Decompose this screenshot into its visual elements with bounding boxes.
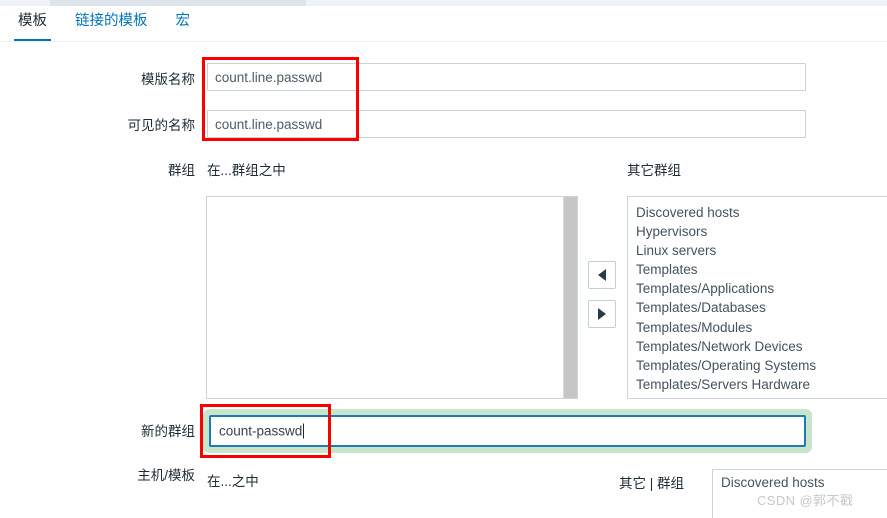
other-groups-listbox[interactable]: Discovered hosts Hypervisors Linux servers… (627, 196, 887, 399)
tab-list: 模板 链接的模板 宏 (0, 8, 204, 42)
triangle-right-icon (598, 308, 606, 320)
template-name-label: 模版名称 (141, 72, 195, 87)
hosts-in-header: 在...之中 (207, 474, 259, 489)
in-groups-listbox[interactable] (206, 196, 578, 399)
list-item[interactable]: Hypervisors (636, 222, 887, 241)
window-top-band-highlight (50, 0, 306, 6)
tab-bar: 模板 链接的模板 宏 (0, 8, 887, 42)
other-groups-items: Discovered hosts Hypervisors Linux servers… (628, 197, 887, 394)
list-item[interactable]: Linux servers (636, 241, 887, 260)
new-group-value-wrap: count-passwd (219, 423, 305, 439)
list-item[interactable]: Templates (636, 260, 887, 279)
list-item[interactable]: Discovered hosts (636, 203, 887, 222)
in-groups-scrollbar[interactable] (563, 197, 577, 398)
csdn-watermark: CSDN @郭不戳 (757, 493, 854, 508)
new-group-multiselect[interactable]: count-passwd (209, 415, 806, 447)
list-item[interactable]: Templates/Applications (636, 279, 887, 298)
tab-bar-divider (0, 41, 887, 42)
template-name-input[interactable] (207, 63, 806, 91)
tab-linked-templates[interactable]: 链接的模板 (61, 8, 162, 42)
tab-template[interactable]: 模板 (4, 8, 61, 42)
tab-linked-templates-label: 链接的模板 (75, 13, 148, 29)
move-left-button[interactable] (588, 261, 616, 289)
move-right-button[interactable] (588, 300, 616, 328)
tab-macros-label: 宏 (175, 13, 191, 29)
triangle-left-icon (598, 269, 606, 281)
groups-label: 群组 (168, 163, 195, 178)
in-groups-header: 在...群组之中 (207, 163, 286, 178)
other-groups-header: 其它群组 (627, 163, 681, 178)
hosts-other-header: 其它 | 群组 (619, 476, 685, 491)
in-groups-items (207, 197, 577, 203)
hosts-templates-label: 主机/模板 (137, 468, 195, 483)
visible-name-label: 可见的名称 (127, 118, 196, 133)
new-group-label: 新的群组 (141, 424, 195, 439)
text-cursor (303, 423, 305, 439)
list-item[interactable]: Templates/Servers Hardware (636, 375, 887, 394)
list-item[interactable]: Templates/Network Devices (636, 337, 887, 356)
new-group-value: count-passwd (219, 423, 303, 439)
visible-name-input[interactable] (207, 110, 806, 138)
list-item[interactable]: Templates/Operating Systems (636, 356, 887, 375)
tab-macros[interactable]: 宏 (162, 8, 205, 42)
hosts-other-items: Discovered hosts (713, 470, 887, 492)
list-item[interactable]: Templates/Modules (636, 318, 887, 337)
list-item[interactable]: Templates/Databases (636, 298, 887, 317)
tab-template-label: 模板 (18, 13, 47, 29)
